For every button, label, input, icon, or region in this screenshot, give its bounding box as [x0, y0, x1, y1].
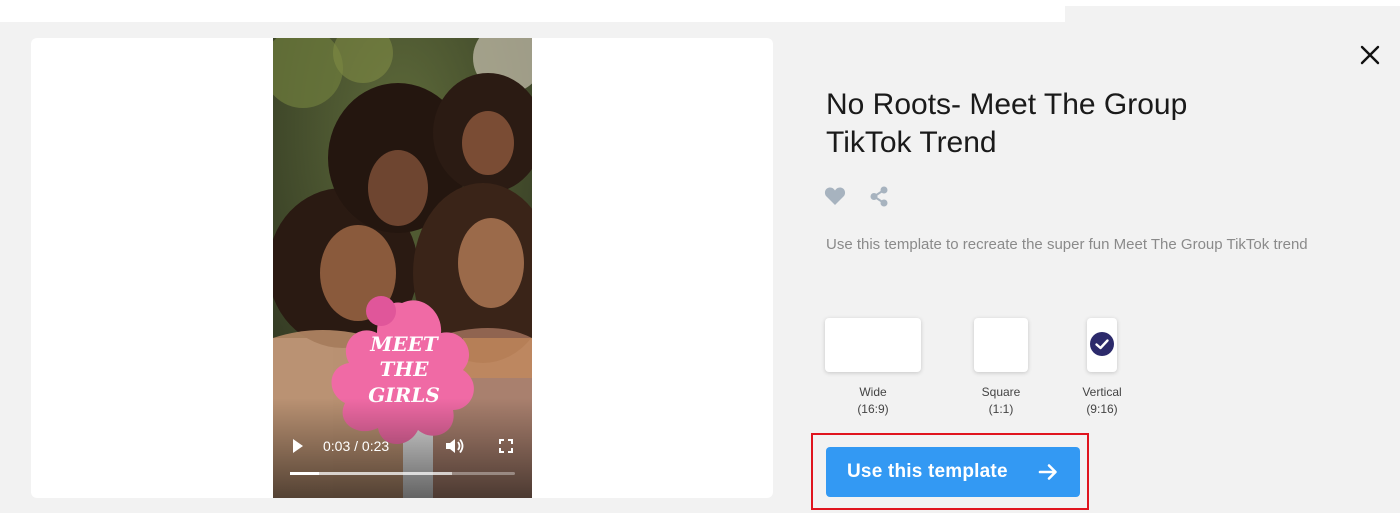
format-vertical-preview — [1087, 318, 1117, 372]
volume-button[interactable] — [445, 437, 465, 455]
controls-overlay — [273, 398, 532, 498]
format-vertical-ratio: (9:16) — [1086, 402, 1118, 416]
format-square-preview — [974, 318, 1028, 372]
format-wide-name: Wide — [859, 385, 887, 399]
format-wide-label: Wide (16:9) — [825, 384, 921, 418]
use-template-label: Use this template — [847, 461, 1008, 482]
format-wide-preview — [825, 318, 921, 372]
favorite-button[interactable] — [824, 186, 846, 206]
close-icon — [1360, 45, 1380, 65]
play-button[interactable] — [291, 438, 305, 454]
video-progress-bar[interactable] — [290, 472, 515, 475]
preview-card: MEET THE GIRLS 0:03 / 0:23 — [31, 38, 773, 498]
format-square-ratio: (1:1) — [988, 402, 1014, 416]
use-template-button[interactable]: Use this template — [826, 447, 1080, 497]
sticker-line-1: MEET — [369, 332, 440, 356]
modal-top-extension — [1065, 6, 1400, 22]
format-option-wide[interactable]: Wide (16:9) — [825, 318, 921, 418]
arrow-right-icon — [1038, 464, 1057, 480]
format-vertical-name: Vertical — [1082, 385, 1122, 399]
template-description: Use this template to recreate the super … — [826, 236, 1308, 253]
play-icon — [293, 439, 303, 453]
check-icon — [1095, 339, 1109, 350]
video-player[interactable]: MEET THE GIRLS 0:03 / 0:23 — [273, 38, 532, 498]
format-option-vertical[interactable]: Vertical (9:16) — [1082, 318, 1122, 418]
format-square-name: Square — [981, 385, 1021, 399]
sticker-line-2: THE — [379, 357, 429, 381]
share-icon — [870, 186, 888, 207]
fullscreen-icon — [499, 439, 513, 453]
played-progress — [290, 472, 320, 475]
heart-icon — [824, 187, 846, 205]
format-vertical-label: Vertical (9:16) — [1062, 384, 1142, 418]
share-button[interactable] — [869, 186, 889, 207]
template-title-line-2: TikTok Trend — [826, 126, 997, 159]
format-square-label: Square (1:1) — [964, 384, 1038, 418]
fullscreen-button[interactable] — [499, 439, 513, 453]
format-wide-ratio: (16:9) — [857, 402, 889, 416]
template-title: No Roots- Meet The Group TikTok Trend — [826, 86, 1296, 162]
time-display: 0:03 / 0:23 — [323, 438, 390, 454]
page-top-background — [0, 0, 1065, 22]
template-title-line-1: No Roots- Meet The Group — [826, 88, 1188, 121]
format-option-square[interactable]: Square (1:1) — [974, 318, 1028, 418]
selected-indicator — [1090, 332, 1114, 356]
volume-icon — [446, 438, 464, 454]
close-button[interactable] — [1358, 43, 1382, 67]
